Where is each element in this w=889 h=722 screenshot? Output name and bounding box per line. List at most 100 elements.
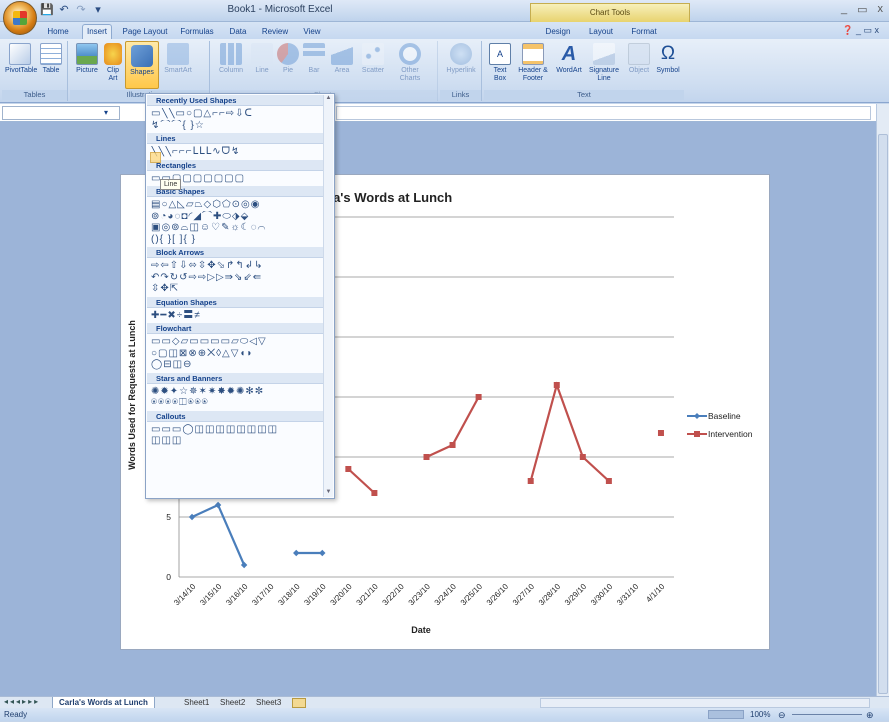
gallery-shape-row[interactable]: (){ }[ ]{ } (151, 234, 327, 245)
data-point-intervention (579, 454, 586, 460)
tab-formulas[interactable]: Formulas (177, 25, 217, 39)
gallery-shape-row[interactable]: ◫◫◫ (151, 435, 327, 446)
data-point-baseline (240, 561, 248, 569)
gallery-shape-row[interactable]: ⇨⇦⇧⇩⬄⇳✥⬂↱↰↲↳ (151, 260, 327, 271)
gallery-scrollbar[interactable]: ▲ ▼ (323, 95, 333, 497)
smartart-button[interactable]: SmartArt (161, 43, 195, 75)
tab-home[interactable]: Home (44, 25, 72, 39)
insert-sheet-icon[interactable] (292, 698, 306, 708)
x-tick-label: 3/25/10 (459, 582, 485, 608)
x-tick-label: 3/30/10 (589, 582, 615, 608)
other-charts-button[interactable]: Other Charts (392, 43, 428, 83)
help-icon[interactable]: ❓ _ ▭ x (842, 25, 879, 36)
gallery-category-header: Block Arrows (147, 247, 323, 258)
textbox-button[interactable]: A Text Box (488, 43, 512, 83)
gallery-shape-row[interactable]: ○▢◫⊠⊗⊕⨉◊△▽◖◗ (151, 348, 327, 359)
shapes-button[interactable]: Shapes (125, 41, 159, 89)
hyperlink-button[interactable]: Hyperlink (444, 43, 478, 75)
legend[interactable]: Baseline Intervention (687, 411, 753, 439)
office-logo-icon (13, 11, 27, 25)
object-button[interactable]: Object (626, 43, 652, 75)
wordart-button[interactable]: A WordArt (554, 43, 584, 75)
gallery-shape-row[interactable]: ▤○△◺▱⏢◇⬡⬠⊙◎◉ (151, 199, 327, 210)
tab-data[interactable]: Data (225, 25, 251, 39)
gallery-shape-row[interactable]: ⍟⍟⍟⍟◫⍟⍟⍟ (151, 397, 327, 408)
minimize-button[interactable]: _ (841, 3, 847, 16)
scroll-thumb[interactable] (878, 134, 888, 694)
clipart-button[interactable]: Clip Art (103, 43, 123, 83)
bar-chart-button[interactable]: Bar (302, 43, 326, 75)
name-box[interactable] (2, 106, 120, 120)
zoom-out-icon[interactable]: ⊖ (778, 709, 786, 722)
header-footer-icon (522, 43, 544, 65)
gallery-shape-row[interactable]: ⇳✥⇱ (151, 283, 327, 294)
scatter-chart-icon (362, 43, 384, 65)
picture-button[interactable]: Picture (73, 43, 101, 75)
area-chart-button[interactable]: Area (330, 43, 354, 75)
y-tick-label: 0 (166, 572, 171, 582)
tab-insert[interactable]: Insert (82, 24, 112, 40)
view-buttons[interactable] (708, 710, 744, 719)
tab-layout[interactable]: Layout (584, 25, 618, 39)
x-tick-label: 3/15/10 (198, 582, 224, 608)
table-icon (40, 43, 62, 65)
gallery-shape-row[interactable]: ▭▭▭◯◫◫◫◫◫◫◫◫ (151, 424, 327, 435)
signature-line-button[interactable]: Signature Line (586, 43, 622, 83)
gallery-shape-row[interactable]: ↶↷↻↺⇨⇨▷▷⇛⇘⇙⇚ (151, 272, 327, 283)
formula-input[interactable] (336, 106, 871, 120)
x-tick-label: 3/24/10 (433, 582, 459, 608)
hyperlink-icon (450, 43, 472, 65)
gallery-shape-row[interactable]: ↯⌒⌒{ }☆ (151, 120, 327, 131)
zoom-level[interactable]: 100% (750, 708, 770, 721)
tab-view[interactable]: View (298, 25, 326, 39)
gallery-shape-row[interactable]: ▭╲╲▭○▢△⌐⌐⇨⇩ᑕ (151, 108, 327, 119)
tab-page-layout[interactable]: Page Layout (121, 25, 169, 39)
x-tick-label: 3/21/10 (355, 582, 381, 608)
column-chart-button[interactable]: Column (216, 43, 246, 75)
line-chart-button[interactable]: Line (250, 43, 274, 75)
group-links: Hyperlink Links (440, 41, 482, 101)
shapes-gallery[interactable]: Recently Used Shapes ▭╲╲▭○▢△⌐⌐⇨⇩ᑕ ↯⌒⌒{ }☆ L… (145, 93, 335, 499)
y-axis-title[interactable]: Words Used for Requests at Lunch (127, 320, 137, 470)
zoom-in-icon[interactable]: ⊕ (866, 709, 874, 722)
gallery-shape-row[interactable]: ◯⊟◫⊖ (151, 359, 327, 370)
gallery-scroll-up-icon[interactable]: ▲ (324, 95, 333, 101)
close-button[interactable]: x (878, 3, 884, 16)
gallery-shape-row[interactable]: ╲╲╲⌐⌐⌐ᒪᒪᒪ∿ᗜ↯ (151, 146, 327, 157)
gallery-shape-row[interactable]: ✺✹✦☆✵✶✷✸✹✺✻✼ (151, 386, 327, 397)
gallery-scroll-down-icon[interactable]: ▼ (324, 489, 333, 495)
horizontal-scrollbar[interactable] (540, 698, 870, 708)
group-text: A Text Box Header & Footer A WordArt Signa… (484, 41, 684, 101)
gallery-shape-row[interactable]: ▣◎⊚⌓◫☺♡✎☼☾◌⌒ (151, 222, 327, 233)
group-label-tables: Tables (2, 90, 67, 100)
scatter-chart-button[interactable]: Scatter (358, 43, 388, 75)
vertical-scrollbar[interactable] (876, 104, 889, 696)
office-button[interactable] (3, 1, 37, 35)
x-axis-title[interactable]: Date (411, 625, 431, 635)
pivottable-button[interactable]: PivotTable (5, 43, 37, 75)
gallery-shape-row[interactable]: ▭▭◇▱▭▭▭▭▱⬭◁▽ (151, 336, 327, 347)
sheet-nav-arrows-icon[interactable]: ◂◂◂▸▸▸ (4, 697, 40, 706)
zoom-slider[interactable] (792, 714, 862, 715)
data-point-intervention (475, 394, 482, 400)
data-point-intervention (527, 478, 534, 484)
table-button[interactable]: Table (38, 43, 64, 75)
legend-intervention-label: Intervention (708, 429, 753, 439)
header-footer-button[interactable]: Header & Footer (516, 43, 550, 83)
gallery-shape-row[interactable]: ✚━✖÷〓≠ (151, 310, 327, 321)
gallery-shape-row[interactable]: ⊚◔◕◌◘◜◢⌒✚⬭⬗⬙ (151, 211, 327, 222)
name-box-dropdown-icon[interactable]: ▾ (104, 108, 108, 117)
symbol-button[interactable]: Ω Symbol (654, 43, 682, 75)
hovered-line-shape[interactable] (150, 152, 161, 163)
tab-design[interactable]: Design (540, 25, 576, 39)
wordart-icon: A (561, 43, 577, 65)
tab-review[interactable]: Review (258, 25, 292, 39)
tab-format[interactable]: Format (626, 25, 662, 39)
x-tick-label: 3/31/10 (615, 582, 641, 608)
pie-chart-button[interactable]: Pie (276, 43, 300, 75)
group-tables: PivotTable Table Tables (2, 41, 68, 101)
restore-button[interactable]: ▭ (857, 3, 867, 16)
x-tick-label: 3/22/10 (381, 582, 407, 608)
status-text: Ready (4, 710, 28, 719)
omega-icon: Ω (660, 43, 676, 64)
